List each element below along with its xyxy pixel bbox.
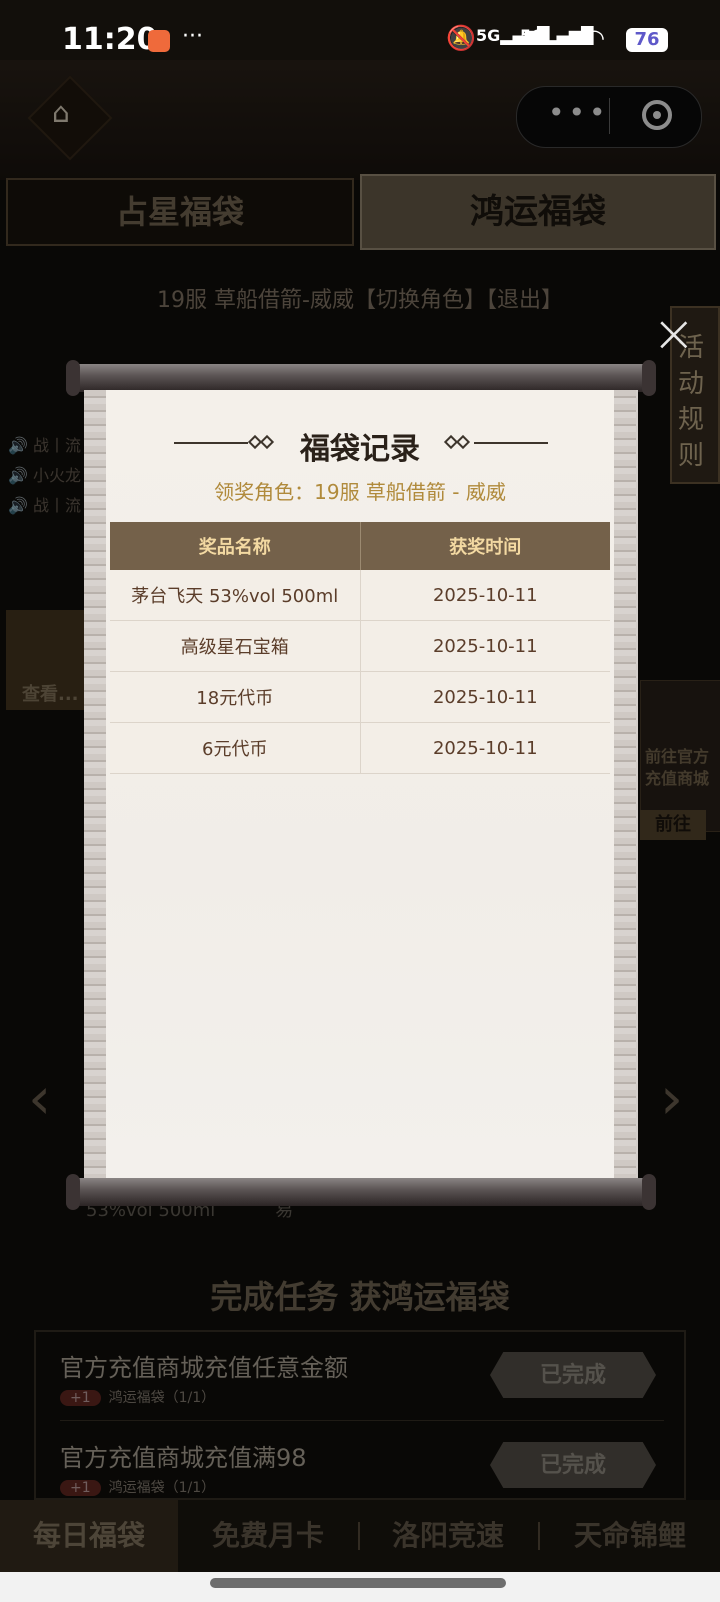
scroll-roller-end xyxy=(66,360,80,396)
modal-title: 福袋记录 xyxy=(300,432,420,467)
prize-time-cell: 2025-10-11 xyxy=(360,620,610,672)
prize-time-cell: 2025-10-11 xyxy=(360,722,610,774)
scroll-roller-end xyxy=(642,360,656,396)
record-table: 奖品名称 获奖时间 茅台飞天 53%vol 500ml 2025-10-11 高… xyxy=(110,522,610,774)
prize-name-cell: 茅台飞天 53%vol 500ml xyxy=(110,570,361,621)
prize-time-cell: 2025-10-11 xyxy=(360,671,610,723)
close-icon[interactable]: × xyxy=(652,308,696,360)
table-row: 18元代币 2025-10-11 xyxy=(110,671,610,723)
signal-icon-sim2: 5G▂▄▆█ xyxy=(520,26,594,45)
title-decoration-line xyxy=(474,442,548,444)
table-row: 6元代币 2025-10-11 xyxy=(110,722,610,774)
column-header-prize: 奖品名称 xyxy=(110,522,361,570)
mute-icon: 🔕 xyxy=(446,24,476,52)
prize-name-cell: 18元代币 xyxy=(110,671,361,723)
prize-time-cell: 2025-10-11 xyxy=(360,570,610,621)
scroll-border-right xyxy=(614,390,636,1180)
scroll-roller-end xyxy=(642,1174,656,1210)
status-more-dots: ··· xyxy=(182,24,203,49)
table-row: 茅台飞天 53%vol 500ml 2025-10-11 xyxy=(110,570,610,621)
battery-icon: 76 xyxy=(626,28,668,52)
scroll-top-roller xyxy=(66,364,656,392)
title-decoration-line xyxy=(174,442,248,444)
scroll-border-left xyxy=(84,390,106,1180)
prize-name-cell: 高级星石宝箱 xyxy=(110,620,361,672)
record-paper xyxy=(106,390,614,1180)
wifi-icon: ◠ xyxy=(584,24,605,52)
prize-name-cell: 6元代币 xyxy=(110,722,361,774)
notification-app-icon xyxy=(148,30,170,52)
column-header-time: 获奖时间 xyxy=(360,522,610,570)
home-indicator[interactable] xyxy=(210,1578,506,1588)
table-header-row: 奖品名称 获奖时间 xyxy=(110,522,610,570)
table-row: 高级星石宝箱 2025-10-11 xyxy=(110,620,610,672)
scroll-roller-end xyxy=(66,1174,80,1210)
scroll-bottom-roller xyxy=(66,1178,656,1206)
status-time: 11:20 xyxy=(62,22,158,57)
award-role-info: 领奖角色：19服 草船借箭 - 威威 xyxy=(214,480,506,504)
